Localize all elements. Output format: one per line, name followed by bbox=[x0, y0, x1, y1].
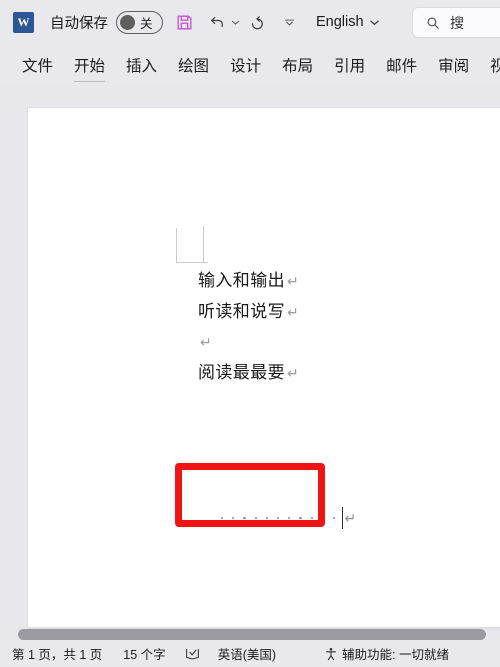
paragraph-mark-icon: ↵ bbox=[287, 366, 300, 382]
word-app-icon: W bbox=[13, 11, 34, 33]
horizontal-scrollbar[interactable] bbox=[18, 629, 488, 640]
save-floppy-icon bbox=[176, 14, 192, 30]
undo-dropdown-button[interactable] bbox=[229, 7, 241, 37]
document-line-text: 听读和说写 bbox=[198, 302, 285, 322]
accessibility-person-icon bbox=[326, 647, 336, 660]
search-icon bbox=[427, 16, 439, 29]
document-text-body[interactable]: 输入和输出 ↵ 听读和说写 ↵ ↵ 阅读最最要 ↵ bbox=[198, 266, 428, 389]
undo-button[interactable] bbox=[206, 7, 228, 37]
save-button[interactable] bbox=[172, 7, 196, 37]
undo-icon bbox=[210, 16, 223, 28]
ribbon-tab-view[interactable]: 视图 bbox=[490, 54, 500, 76]
autosave-toggle[interactable]: 关 bbox=[116, 10, 163, 34]
proofing-status-button[interactable] bbox=[185, 647, 200, 661]
ribbon-tab-references[interactable]: 引用 bbox=[334, 54, 365, 76]
document-line[interactable]: 输入和输出 ↵ bbox=[198, 266, 428, 297]
ribbon-tab-insert[interactable]: 插入 bbox=[126, 54, 157, 76]
redo-button[interactable] bbox=[246, 7, 268, 37]
red-highlight-annotation bbox=[175, 463, 325, 527]
document-line-text: 阅读最最要 bbox=[198, 363, 285, 383]
proofing-book-icon bbox=[185, 648, 199, 660]
ribbon-tab-mailings[interactable]: 邮件 bbox=[386, 54, 417, 76]
document-line-empty[interactable]: ↵ bbox=[198, 328, 428, 358]
ribbon-tab-draw[interactable]: 绘图 bbox=[178, 54, 209, 76]
paragraph-mark-icon: ↵ bbox=[344, 510, 357, 526]
language-label: English bbox=[316, 14, 364, 30]
language-selector-button[interactable]: English bbox=[316, 14, 380, 30]
word-icon-letter: W bbox=[17, 14, 30, 29]
search-input[interactable]: 搜 bbox=[413, 8, 500, 37]
ribbon-tab-design[interactable]: 设计 bbox=[230, 54, 261, 76]
text-cursor bbox=[342, 507, 344, 529]
language-status-button[interactable]: 英语(美国) bbox=[218, 644, 276, 663]
chevron-down-icon bbox=[231, 20, 239, 25]
customize-quick-access-toolbar-button[interactable] bbox=[280, 7, 298, 37]
document-line[interactable]: 阅读最最要 ↵ bbox=[198, 358, 428, 389]
title-bar: W 自动保存 关 English 搜 bbox=[0, 0, 500, 44]
margin-corner-vertical-marker bbox=[203, 226, 205, 263]
ribbon-tab-review[interactable]: 审阅 bbox=[438, 54, 469, 76]
page-count-label[interactable]: 第 1 页，共 1 页 bbox=[12, 644, 102, 663]
paragraph-mark-icon: ↵ bbox=[200, 335, 213, 351]
redo-icon bbox=[251, 16, 263, 30]
document-line[interactable]: 听读和说写 ↵ bbox=[198, 297, 428, 328]
chevron-down-icon bbox=[284, 19, 294, 26]
document-canvas[interactable]: 输入和输出 ↵ 听读和说写 ↵ ↵ 阅读最最要 ↵ ↵ bbox=[0, 86, 500, 631]
accessibility-status-button[interactable]: 辅助功能: 一切就绪 bbox=[324, 644, 449, 663]
ribbon-tab-layout[interactable]: 布局 bbox=[282, 54, 313, 76]
document-line-text: 输入和输出 bbox=[198, 271, 285, 291]
chevron-down-icon bbox=[369, 20, 379, 25]
autosave-label: 自动保存 bbox=[50, 15, 108, 32]
autosave-toggle-knob bbox=[120, 14, 135, 30]
paragraph-mark-icon: ↵ bbox=[287, 274, 300, 290]
search-placeholder-text: 搜 bbox=[450, 14, 464, 31]
paragraph-mark-icon: ↵ bbox=[287, 305, 300, 321]
ribbon-tab-file[interactable]: 文件 bbox=[22, 54, 53, 76]
status-bar: 第 1 页，共 1 页 15 个字 英语(美国) 辅助功能: 一切就绪 bbox=[0, 640, 500, 667]
space-mark-dot bbox=[332, 516, 336, 520]
horizontal-scrollbar-thumb[interactable] bbox=[18, 629, 486, 640]
ribbon-tab-home[interactable]: 开始 bbox=[74, 54, 106, 82]
ribbon-tab-bar: 文件 开始 插入 绘图 设计 布局 引用 邮件 审阅 视图 bbox=[0, 44, 500, 86]
autosave-state-label: 关 bbox=[140, 16, 153, 31]
accessibility-status-label: 辅助功能: 一切就绪 bbox=[342, 648, 449, 662]
word-count-label[interactable]: 15 个字 bbox=[123, 644, 165, 663]
document-page[interactable]: 输入和输出 ↵ 听读和说写 ↵ ↵ 阅读最最要 ↵ ↵ bbox=[28, 108, 500, 627]
